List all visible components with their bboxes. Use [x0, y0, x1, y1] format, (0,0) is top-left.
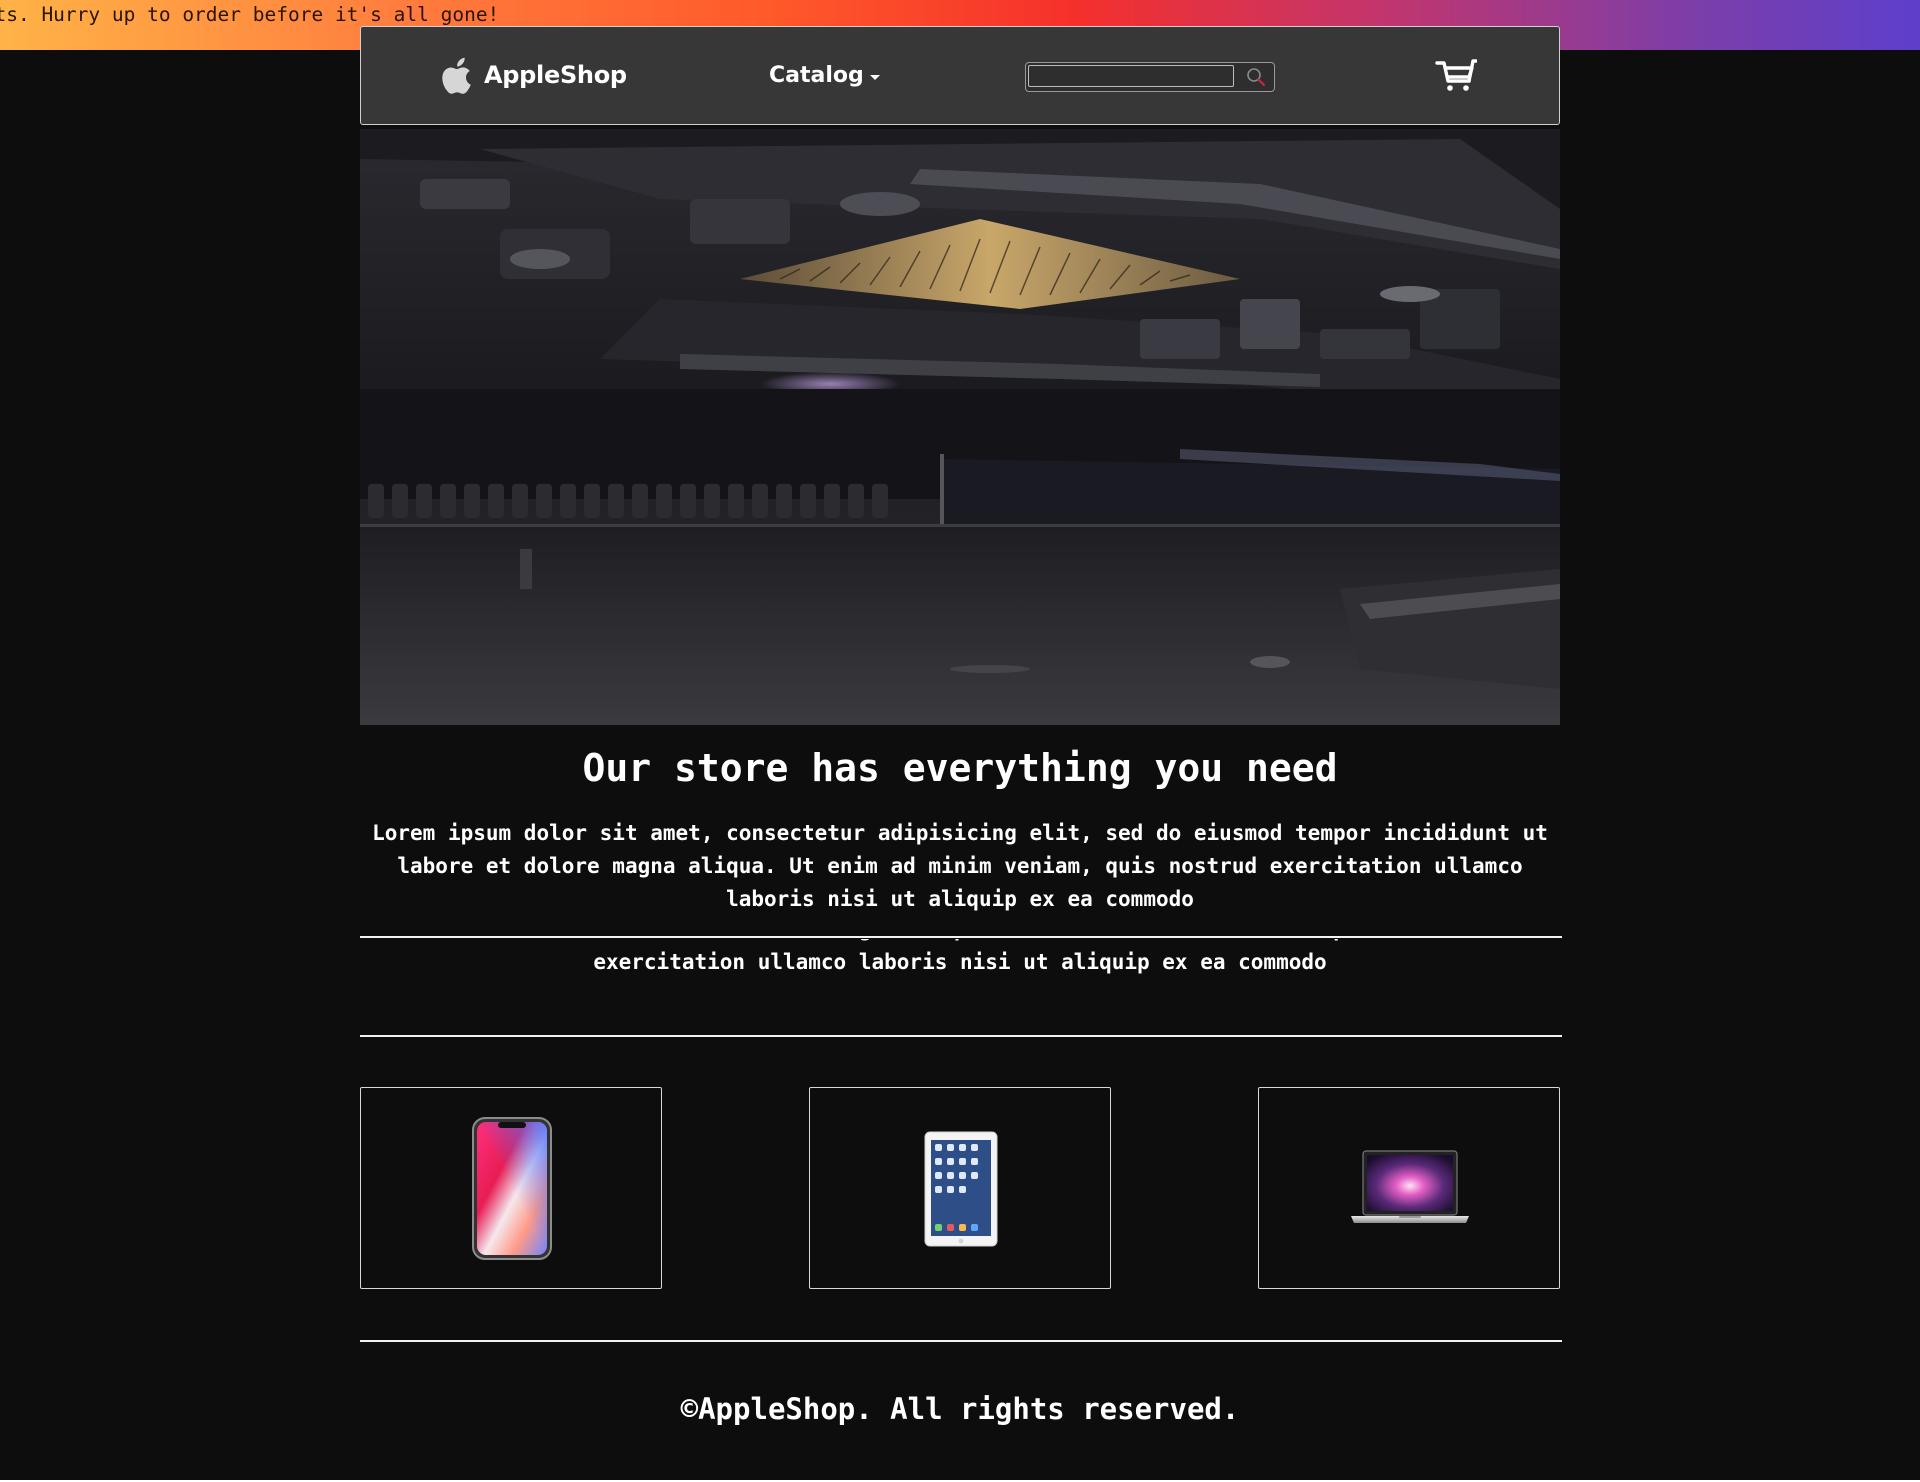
- product-card-ipad[interactable]: [809, 1087, 1111, 1289]
- page-headline: Our store has everything you need: [582, 746, 1338, 790]
- announcement-text: ucts. Hurry up to order before it's all …: [0, 3, 500, 26]
- strip-paragraph: incididunt ut labore et dolore magna ali…: [442, 939, 1479, 974]
- search-box: [1025, 62, 1275, 92]
- lead-paragraph: Lorem ipsum dolor sit amet, consectetur …: [372, 821, 1548, 911]
- search-input[interactable]: [1028, 65, 1234, 87]
- iphone-icon: [472, 1117, 552, 1260]
- site-header: AppleShop Catalog: [360, 26, 1560, 125]
- divider: [360, 936, 1562, 938]
- macbook-icon: [1351, 1150, 1469, 1223]
- scrolling-text-strip: incididunt ut labore et dolore magna ali…: [360, 939, 1560, 1035]
- catalog-dropdown[interactable]: Catalog: [769, 63, 880, 88]
- brand-name: AppleShop: [484, 61, 627, 89]
- apple-logo-icon: [442, 57, 471, 94]
- product-card-macbook[interactable]: [1258, 1087, 1560, 1289]
- hardware-illustration: [360, 129, 1560, 725]
- catalog-label: Catalog: [769, 63, 864, 88]
- hero-image: [360, 129, 1560, 725]
- search-icon[interactable]: [1245, 66, 1267, 88]
- divider: [360, 1340, 1562, 1342]
- chevron-down-icon: [869, 75, 880, 80]
- footer-copyright: ©AppleShop. All rights reserved.: [680, 1392, 1240, 1426]
- ipad-icon: [924, 1131, 998, 1247]
- divider: [360, 1035, 1562, 1037]
- brand-link[interactable]: AppleShop: [439, 55, 627, 95]
- shopping-cart-icon[interactable]: [1435, 57, 1477, 93]
- product-card-iphone[interactable]: [360, 1087, 662, 1289]
